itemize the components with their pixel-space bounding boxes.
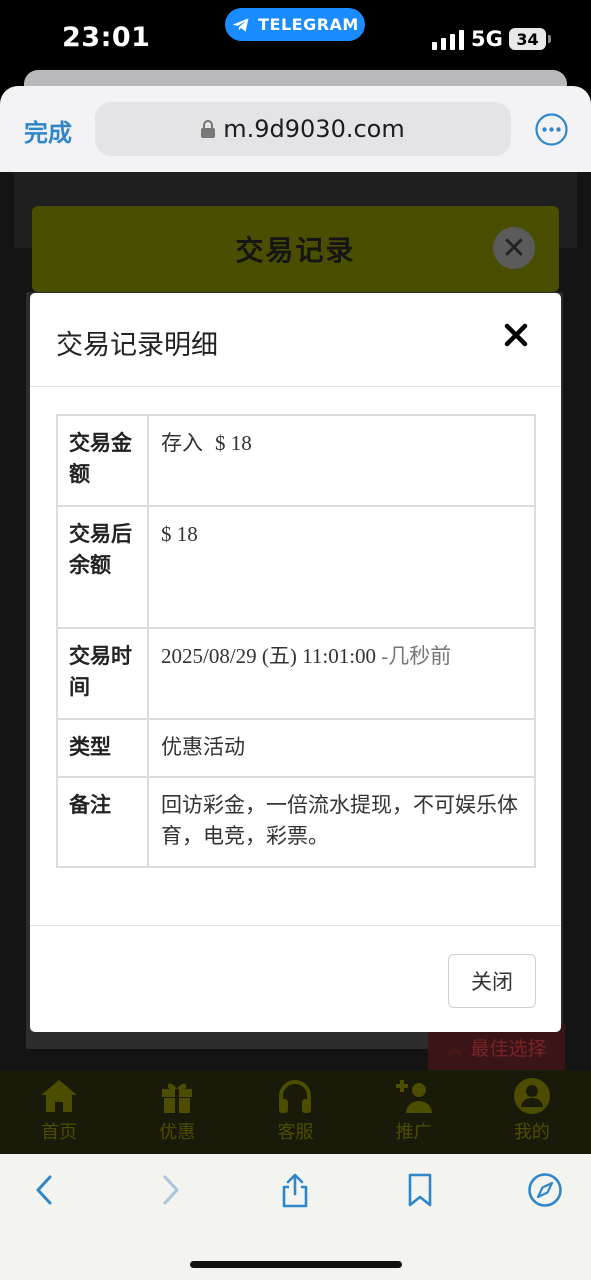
bottom-nav: 首页 优惠 客服 推广 我的 [0,1070,591,1154]
battery-cap [548,35,551,43]
nav-label: 我的 [513,1122,550,1143]
telegram-pill-label: TELEGRAM [258,15,359,34]
home-icon [41,1080,78,1112]
battery-level: 34 [516,29,539,49]
nav-label: 首页 [41,1122,78,1143]
modal-body: 交易金额 存入 $ 18 交易后余额 $ 18 交易时间 2025/08/29 (… [56,414,536,868]
row-label: 交易金额 [56,414,149,507]
nav-label: 推广 [395,1122,432,1143]
detail-table: 交易金额 存入 $ 18 交易后余额 $ 18 交易时间 2025/08/29 (… [56,414,536,868]
user-icon [513,1078,550,1114]
nav-item-referral[interactable]: 推广 [355,1070,473,1154]
back-icon[interactable] [27,1172,63,1208]
nav-item-promotions[interactable]: 优惠 [118,1070,236,1154]
more-options-icon[interactable] [535,113,568,146]
gift-icon [162,1083,193,1113]
type-value: 优惠活动 [147,718,536,778]
table-row: 备注 回访彩金，一倍流水提现，不可娱乐体育，电竞，彩票。 [56,776,536,868]
table-row: 交易时间 2025/08/29 (五) 11:01:00 -几秒前 [56,627,536,720]
nav-item-home[interactable]: 首页 [0,1070,118,1154]
status-time: 23:01 [62,22,151,53]
telegram-icon [232,17,249,32]
table-row: 交易后余额 $ 18 [56,505,536,629]
url-text: m.9d9030.com [223,115,405,143]
nav-item-support[interactable]: 客服 [236,1070,354,1154]
best-choice-label: 最佳选择 [470,1037,547,1060]
modal-header: 交易记录明细 [30,293,561,387]
row-label: 交易时间 [56,627,149,720]
network-type: 5G [471,27,503,51]
table-row: 类型 优惠活动 [56,718,536,778]
home-indicator [190,1261,402,1268]
nav-item-profile[interactable]: 我的 [473,1070,591,1154]
modal-footer: 关闭 [30,925,561,1032]
done-button[interactable]: 完成 [24,113,72,148]
relative-time: -几秒前 [381,644,452,668]
headphones-icon [279,1080,312,1113]
transaction-direction: 存入 [161,431,203,455]
row-label: 备注 [56,776,149,868]
telegram-return-pill[interactable]: TELEGRAM [225,8,365,41]
url-field[interactable]: m.9d9030.com [95,102,511,156]
bookmarks-icon[interactable] [402,1172,438,1208]
table-row: 交易金额 存入 $ 18 [56,414,536,507]
share-icon[interactable] [277,1172,313,1208]
balance-value: $ 18 [147,505,536,629]
transaction-detail-modal: 交易记录明细 交易金额 存入 $ 18 交易后余额 $ 18 交易时间 2025/… [30,293,561,1032]
time-value: 2025/08/29 (五) 11:01:00 -几秒前 [147,627,536,720]
page-title: 交易记录 [235,234,356,267]
remark-value: 回访彩金，一倍流水提现，不可娱乐体育，电竞，彩票。 [147,776,536,868]
forward-icon[interactable] [152,1172,188,1208]
row-label: 交易后余额 [56,505,149,629]
close-button[interactable]: 关闭 [448,954,536,1008]
nav-label: 客服 [277,1122,314,1143]
battery-icon: 34 [509,28,546,50]
status-bar: 23:01 TELEGRAM 5G 34 [0,0,591,80]
lock-icon [201,120,216,138]
signal-icon [432,30,464,50]
page-close-icon[interactable]: ✕ [493,227,535,269]
chevron-up-icon: ︽ [446,1039,463,1058]
amount-value: 存入 $ 18 [147,414,536,507]
add-user-icon [395,1080,432,1113]
transaction-records-header: 交易记录 ✕ [32,206,559,292]
browser-top-bar: 完成 m.9d9030.com [0,86,591,172]
amount-number: $ 18 [215,431,252,455]
close-icon[interactable] [504,323,528,347]
timestamp: 2025/08/29 (五) 11:01:00 [161,644,377,668]
nav-label: 优惠 [159,1122,196,1143]
compass-icon[interactable] [527,1172,563,1208]
modal-title: 交易记录明细 [56,330,218,361]
row-label: 类型 [56,718,149,778]
